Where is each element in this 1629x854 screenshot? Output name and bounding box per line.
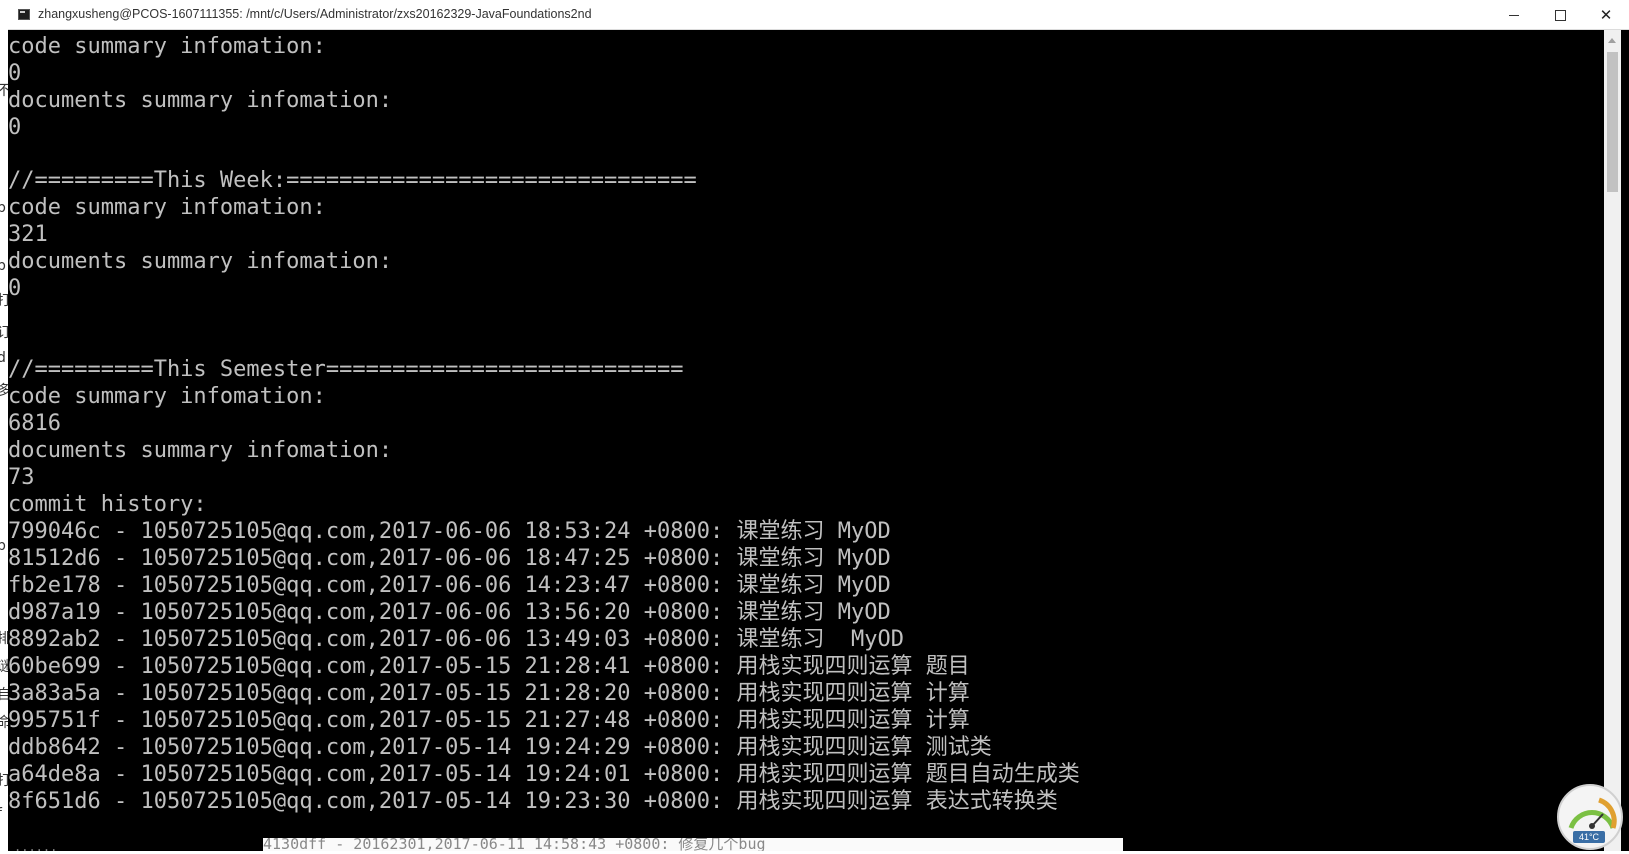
scrollbar-thumb[interactable] xyxy=(1607,52,1618,192)
vertical-scrollbar[interactable] xyxy=(1604,30,1621,851)
terminal-line: documents summary infomation: xyxy=(8,438,393,463)
terminal-line: commit history: xyxy=(8,492,207,517)
terminal-line: code summary infomation: xyxy=(8,195,326,220)
terminal-line: d987a19 - 1050725105@qq.com,2017-06-06 1… xyxy=(8,600,891,625)
terminal-line: 799046c - 1050725105@qq.com,2017-06-06 1… xyxy=(8,519,891,544)
background-glyph: 打 xyxy=(0,293,8,309)
terminal-line: 6816 xyxy=(8,411,61,436)
terminal-app-icon[interactable] xyxy=(18,9,30,20)
terminal-line: 8892ab2 - 1050725105@qq.com,2017-06-06 1… xyxy=(8,627,904,652)
terminal-line: documents summary infomation: xyxy=(8,249,393,274)
terminal-line: 8f651d6 - 1050725105@qq.com,2017-05-14 1… xyxy=(8,789,1058,814)
terminal-line: code summary infomation: xyxy=(8,34,326,59)
terminal-output[interactable]: code summary infomation: 0 documents summa… xyxy=(8,30,1604,851)
background-terminal-line: 4130dff - 20162301,2017-06-11 14:58:43 +… xyxy=(263,838,1123,851)
scroll-up-arrow-icon[interactable] xyxy=(1608,38,1616,43)
background-glyph: 自 xyxy=(0,687,8,703)
terminal-line: fb2e178 - 1050725105@qq.com,2017-06-06 1… xyxy=(8,573,891,598)
terminal-line: //=========This Semester================… xyxy=(8,357,684,382)
background-glyph: 打 xyxy=(0,773,8,789)
temperature-label: 41°C xyxy=(1573,831,1605,843)
title-bar[interactable]: zhangxusheng@PCOS-1607111355: /mnt/c/Use… xyxy=(8,0,1629,30)
terminal-line: 73 xyxy=(8,465,35,490)
maximize-icon xyxy=(1554,10,1566,21)
background-window-strip: 不 b p 打 订 d 多 p 排 谜 自 命 打 f xyxy=(0,0,8,851)
terminal-line: 60be699 - 1050725105@qq.com,2017-05-15 2… xyxy=(8,654,970,679)
terminal-line: 0 xyxy=(8,115,22,140)
background-glyph: 不 xyxy=(0,83,8,99)
minimize-icon xyxy=(1509,15,1519,16)
maximize-button[interactable] xyxy=(1537,0,1583,30)
terminal-line: code summary infomation: xyxy=(8,384,326,409)
background-glyph: 多 xyxy=(0,383,8,399)
background-glyph: f xyxy=(0,806,2,822)
terminal-line: 3a83a5a - 1050725105@qq.com,2017-05-15 2… xyxy=(8,681,970,706)
window-title: zhangxusheng@PCOS-1607111355: /mnt/c/Use… xyxy=(38,7,592,21)
terminal-line: 321 xyxy=(8,222,48,247)
terminal-line: ddb8642 - 1050725105@qq.com,2017-05-14 1… xyxy=(8,735,992,760)
background-glyph: 命 xyxy=(0,715,8,731)
terminal-line: //=========This Week:===================… xyxy=(8,168,697,193)
background-window-text: ...... xyxy=(14,840,58,854)
background-glyph: b xyxy=(0,200,6,216)
close-icon: ✕ xyxy=(1599,6,1613,24)
background-glyph: d xyxy=(0,350,6,366)
terminal-line: 995751f - 1050725105@qq.com,2017-05-15 2… xyxy=(8,708,970,733)
terminal-line: 81512d6 - 1050725105@qq.com,2017-06-06 1… xyxy=(8,546,891,571)
background-glyph: p xyxy=(0,538,6,554)
terminal-line: documents summary infomation: xyxy=(8,88,393,113)
terminal-line: a64de8a - 1050725105@qq.com,2017-05-14 1… xyxy=(8,762,1080,787)
terminal-line: 0 xyxy=(8,276,22,301)
performance-gauge-widget[interactable]: 41°C xyxy=(1557,784,1629,851)
terminal-line: 0 xyxy=(8,61,22,86)
minimize-button[interactable] xyxy=(1491,0,1537,30)
background-glyph: 谜 xyxy=(0,659,8,675)
background-glyph: 排 xyxy=(0,631,8,647)
background-glyph: 订 xyxy=(0,325,8,341)
background-glyph: p xyxy=(0,258,6,274)
close-button[interactable]: ✕ xyxy=(1583,0,1629,30)
terminal-window: zhangxusheng@PCOS-1607111355: /mnt/c/Use… xyxy=(8,0,1629,851)
